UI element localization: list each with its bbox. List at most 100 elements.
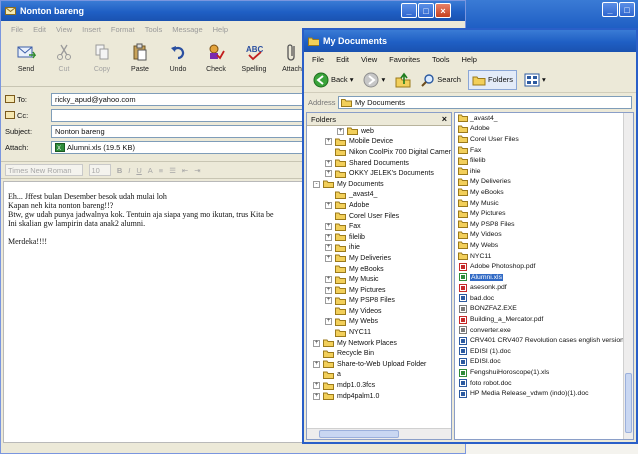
- menu-help[interactable]: Help: [462, 55, 477, 64]
- back-button[interactable]: Back ▾: [310, 70, 356, 90]
- scrollbar-thumb[interactable]: [625, 373, 632, 433]
- file-item[interactable]: Corel User Files: [455, 134, 633, 145]
- file-item[interactable]: HP Media Release_vdwm (indo)(1).doc: [455, 388, 633, 399]
- file-item[interactable]: asesonk.pdf: [455, 283, 633, 294]
- tree-item[interactable]: + mdp4palm1.0: [307, 391, 451, 402]
- maximize-button[interactable]: □: [418, 3, 434, 18]
- menu-tools[interactable]: Tools: [145, 25, 163, 34]
- file-item[interactable]: My Pictures: [455, 208, 633, 219]
- font-select[interactable]: Times New Roman: [5, 164, 83, 176]
- expand-icon[interactable]: +: [325, 223, 332, 231]
- file-item[interactable]: My Deliveries: [455, 177, 633, 188]
- expand-icon[interactable]: +: [325, 201, 332, 209]
- file-item[interactable]: NYC11: [455, 251, 633, 262]
- file-item[interactable]: filelib: [455, 155, 633, 166]
- send-button[interactable]: Send: [9, 37, 43, 73]
- cut-button[interactable]: Cut: [47, 37, 81, 73]
- tree-item[interactable]: + Shared Documents: [307, 158, 451, 169]
- file-item[interactable]: Adobe: [455, 124, 633, 135]
- expand-icon[interactable]: +: [325, 138, 332, 146]
- tree-item[interactable]: + My Webs: [307, 317, 451, 328]
- expand-icon[interactable]: +: [325, 254, 332, 262]
- file-item[interactable]: EDISI (1).doc: [455, 346, 633, 357]
- views-button[interactable]: ▾: [521, 70, 549, 90]
- tree-item[interactable]: + OKKY JELEK's Documents: [307, 168, 451, 179]
- increase-indent-icon[interactable]: ⇥: [194, 166, 200, 175]
- file-item[interactable]: My eBooks: [455, 187, 633, 198]
- underline-icon[interactable]: U: [136, 166, 141, 175]
- menu-message[interactable]: Message: [172, 25, 202, 34]
- file-item[interactable]: Adobe Photoshop.pdf: [455, 261, 633, 272]
- file-item[interactable]: Fax: [455, 145, 633, 156]
- tree-item[interactable]: + Adobe: [307, 200, 451, 211]
- expand-icon[interactable]: +: [325, 233, 332, 241]
- expand-icon[interactable]: +: [325, 159, 332, 167]
- maximize-button[interactable]: □: [619, 2, 635, 17]
- tree-item[interactable]: + My Network Places: [307, 338, 451, 349]
- check-names-button[interactable]: Check: [199, 37, 233, 73]
- bold-icon[interactable]: B: [117, 166, 122, 175]
- menu-help[interactable]: Help: [213, 25, 228, 34]
- tree-item[interactable]: + My Deliveries: [307, 253, 451, 264]
- expand-icon[interactable]: +: [313, 392, 320, 400]
- address-field[interactable]: My Documents: [338, 95, 632, 109]
- font-color-icon[interactable]: A: [148, 166, 153, 175]
- horizontal-scrollbar[interactable]: [307, 428, 451, 439]
- tree-item[interactable]: + My PSP8 Files: [307, 296, 451, 307]
- expand-icon[interactable]: +: [313, 382, 320, 390]
- tree-item[interactable]: + ihie: [307, 243, 451, 254]
- tree-item[interactable]: My Videos: [307, 306, 451, 317]
- tree-item[interactable]: My eBooks: [307, 264, 451, 275]
- menu-insert[interactable]: Insert: [82, 25, 101, 34]
- expand-icon[interactable]: +: [325, 297, 332, 305]
- scrollbar-thumb[interactable]: [319, 430, 399, 438]
- minimize-button[interactable]: _: [401, 3, 417, 18]
- tree-item[interactable]: Corel User Files: [307, 211, 451, 222]
- file-item[interactable]: bad.doc: [455, 293, 633, 304]
- bullet-list-icon[interactable]: ☰: [169, 166, 176, 175]
- file-item[interactable]: Alumni.xls: [455, 272, 633, 283]
- file-item[interactable]: converter.exe: [455, 325, 633, 336]
- attachment-name[interactable]: Alumni.xls (19.5 KB): [67, 143, 135, 152]
- menu-format[interactable]: Format: [111, 25, 135, 34]
- tree-item[interactable]: Recycle Bin: [307, 348, 451, 359]
- expand-icon[interactable]: +: [325, 244, 332, 252]
- expand-icon[interactable]: +: [337, 127, 344, 135]
- file-item[interactable]: foto robot.doc: [455, 378, 633, 389]
- tree-item[interactable]: + web: [307, 126, 451, 137]
- file-item[interactable]: EDISI.doc: [455, 357, 633, 368]
- expand-icon[interactable]: +: [313, 360, 320, 368]
- spelling-button[interactable]: ABC Spelling: [237, 37, 271, 73]
- tree-item[interactable]: a: [307, 370, 451, 381]
- tree-item[interactable]: + Fax: [307, 221, 451, 232]
- file-item[interactable]: My Webs: [455, 240, 633, 251]
- menu-tools[interactable]: Tools: [432, 55, 450, 64]
- expand-icon[interactable]: +: [325, 286, 332, 294]
- forward-button[interactable]: ▾: [360, 70, 388, 90]
- file-item[interactable]: CRV401 CRV407 Revolution cases english v…: [455, 335, 633, 346]
- file-item[interactable]: My PSP8 Files: [455, 219, 633, 230]
- menu-edit[interactable]: Edit: [33, 25, 46, 34]
- minimize-button[interactable]: _: [602, 2, 618, 17]
- file-item[interactable]: My Videos: [455, 230, 633, 241]
- tree-item[interactable]: _avast4_: [307, 190, 451, 201]
- menu-edit[interactable]: Edit: [336, 55, 349, 64]
- paste-button[interactable]: Paste: [123, 37, 157, 73]
- collapse-icon[interactable]: -: [313, 180, 320, 188]
- cc-button[interactable]: Cc:: [1, 111, 51, 120]
- tree-item[interactable]: NYC11: [307, 327, 451, 338]
- numbered-list-icon[interactable]: ≡: [159, 166, 163, 175]
- file-item[interactable]: BONZFAZ.EXE: [455, 304, 633, 315]
- expand-icon[interactable]: +: [325, 318, 332, 326]
- menu-file[interactable]: File: [11, 25, 23, 34]
- copy-button[interactable]: Copy: [85, 37, 119, 73]
- tree-item[interactable]: + Share-to-Web Upload Folder: [307, 359, 451, 370]
- file-item[interactable]: _avast4_: [455, 113, 633, 124]
- folders-button[interactable]: Folders: [467, 69, 517, 90]
- menu-file[interactable]: File: [312, 55, 324, 64]
- expand-icon[interactable]: +: [325, 276, 332, 284]
- search-button[interactable]: Search: [418, 70, 464, 90]
- tree-item[interactable]: + My Music: [307, 274, 451, 285]
- decrease-indent-icon[interactable]: ⇤: [182, 166, 188, 175]
- italic-icon[interactable]: I: [128, 166, 130, 175]
